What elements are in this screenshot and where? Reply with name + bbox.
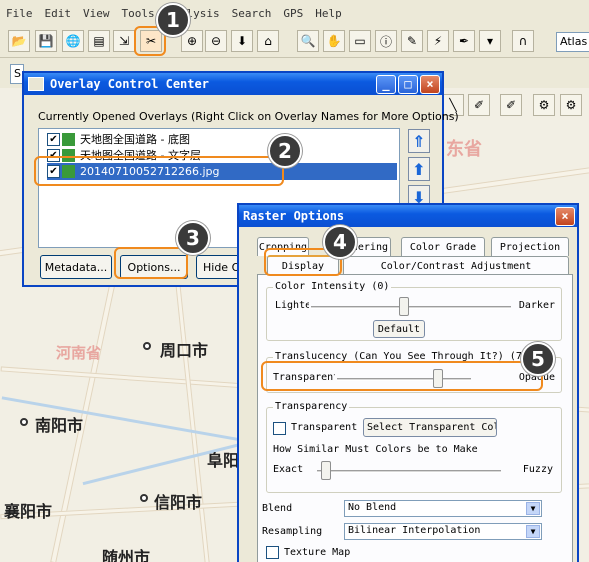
chevron-down-icon: ▼ [526, 525, 540, 538]
transparent-checkbox-label: Transparent [291, 422, 358, 433]
tab-color-grade[interactable]: Color Grade [401, 237, 485, 256]
draw-path2-icon[interactable]: ✐ [500, 94, 522, 116]
default-button[interactable]: Default [373, 320, 425, 338]
map-label-xinyang: 信阳市 [154, 493, 203, 512]
map-label-fuyang: 阜阳 [207, 451, 240, 470]
overlay-window-title: Overlay Control Center [50, 77, 209, 91]
overlay-list-item[interactable]: ✔ 天地图全国道路 - 底图 [47, 131, 397, 147]
texture-map-checkbox[interactable] [266, 546, 279, 559]
city-dot [143, 342, 151, 350]
fuzzy-label: Fuzzy [522, 464, 553, 475]
minimize-button[interactable]: _ [376, 74, 396, 94]
texture-map-label: Texture Map [284, 547, 351, 558]
highlight-translucency [261, 361, 543, 391]
overlay-list-caption: Currently Opened Overlays (Right Click o… [38, 110, 459, 123]
highlight-options-button [114, 247, 188, 279]
menu-search[interactable]: Search [232, 7, 272, 20]
app-icon [28, 77, 44, 91]
map-label-suizhou: 随州市 [102, 548, 151, 562]
zoom-in-icon[interactable]: ⊕ [181, 30, 203, 52]
pen-icon[interactable]: ✒ [453, 30, 475, 52]
resampling-label: Resampling [262, 526, 322, 537]
step-badge-5: 5 [521, 342, 555, 376]
document-icon[interactable]: ▤ [88, 30, 110, 52]
zoom-out-icon[interactable]: ⊖ [205, 30, 227, 52]
step-badge-3: 3 [176, 221, 210, 255]
tower-icon[interactable]: ⚡ [427, 30, 449, 52]
overlay-checkbox[interactable]: ✔ [47, 132, 60, 146]
similarity-slider[interactable] [321, 461, 331, 480]
darker-label: Darker [518, 300, 555, 311]
map-label-nanyang: 南阳市 [35, 416, 84, 435]
transparency-title: Transparency [273, 401, 350, 412]
save-icon[interactable]: 💾 [35, 30, 57, 52]
lighter-label: Lighter [275, 300, 309, 311]
blend-label: Blend [262, 503, 293, 514]
map-label-xiangyang: 襄阳市 [4, 502, 53, 521]
open-folder-icon[interactable]: 📂 [8, 30, 30, 52]
gear2-icon[interactable]: ⚙ [560, 94, 582, 116]
maximize-button[interactable]: □ [398, 74, 418, 94]
dropdown-tool-icon[interactable]: ▾ [479, 30, 501, 52]
zoom-select-icon[interactable]: 🔍 [297, 30, 319, 52]
info-icon[interactable]: ⓘ [375, 30, 397, 52]
color-intensity-track [311, 306, 511, 309]
globe-icon[interactable]: 🌐 [62, 30, 84, 52]
menu-view[interactable]: View [83, 7, 110, 20]
similarity-label: How Similar Must Colors be to Make [273, 444, 478, 455]
step-badge-1: 1 [156, 3, 190, 37]
resampling-value: Bilinear Interpolation [348, 525, 481, 536]
map-label-zhoukou: 周口市 [160, 341, 209, 360]
tab-color-contrast[interactable]: Color/Contrast Adjustment [343, 256, 569, 275]
metadata-button[interactable]: Metadata... [40, 255, 112, 279]
menu-file[interactable]: File [6, 7, 33, 20]
arch-icon[interactable]: ∩ [512, 30, 534, 52]
raster-window-title: Raster Options [243, 209, 345, 223]
draw-path-icon[interactable]: ✐ [468, 94, 490, 116]
highlight-selected-overlay [34, 156, 284, 186]
menu-help[interactable]: Help [315, 7, 342, 20]
export-icon[interactable]: ⇲ [113, 30, 135, 52]
pan-hand-icon[interactable]: ✋ [323, 30, 345, 52]
close-button[interactable]: × [555, 206, 575, 226]
measure-icon[interactable]: ▭ [349, 30, 371, 52]
raster-layer-icon [62, 132, 75, 146]
city-dot [140, 494, 148, 502]
transparency-group: Transparency Transparent Select Transpar… [266, 401, 562, 493]
overlay-window-titlebar[interactable]: Overlay Control Center _ □ × [24, 73, 442, 95]
color-intensity-title: Color Intensity (0) [273, 281, 392, 292]
menu-bar: File Edit View Tools Analysis Search GPS… [0, 0, 589, 26]
close-button[interactable]: × [420, 74, 440, 94]
similarity-track [317, 470, 501, 473]
select-transparent-color-button[interactable]: Select Transparent Color... [363, 418, 497, 437]
home-icon[interactable]: ⌂ [257, 30, 279, 52]
color-intensity-group: Color Intensity (0) Lighter Darker Defau… [266, 281, 562, 341]
menu-tools[interactable]: Tools [122, 7, 155, 20]
main-toolbar: 📂 💾 🌐 ▤ ⇲ ✂ ⊕ ⊖ ⬇ ⌂ 🔍 ✋ ▭ ⓘ ✎ ⚡ ✒ ▾ ∩ At… [0, 26, 589, 58]
zoom-extent-icon[interactable]: ⬇ [231, 30, 253, 52]
step-badge-4: 4 [323, 225, 357, 259]
map-label-henan: 河南省 [56, 344, 102, 362]
tab-projection[interactable]: Projection [491, 237, 569, 256]
menu-gps[interactable]: GPS [283, 7, 303, 20]
exact-label: Exact [273, 464, 304, 475]
color-intensity-slider[interactable] [399, 297, 409, 316]
map-label-dongsheng: 东省 [446, 139, 482, 160]
city-dot [20, 418, 28, 426]
overlay-name: 天地图全国道路 - 底图 [80, 133, 190, 146]
move-top-icon[interactable]: ⇑ [408, 129, 430, 153]
menu-edit[interactable]: Edit [45, 7, 72, 20]
blend-select[interactable]: No Blend ▼ [344, 500, 542, 517]
raster-window-titlebar[interactable]: Raster Options × [239, 205, 577, 227]
edit-icon[interactable]: ✎ [401, 30, 423, 52]
gear-icon[interactable]: ⚙ [533, 94, 555, 116]
map-type-combo[interactable]: Atlas S [556, 32, 589, 52]
transparent-checkbox[interactable] [273, 422, 286, 435]
step-badge-2: 2 [268, 134, 302, 168]
chevron-down-icon: ▼ [526, 502, 540, 515]
move-up-icon[interactable]: ⬆ [408, 157, 430, 181]
blend-value: No Blend [348, 502, 397, 513]
resampling-select[interactable]: Bilinear Interpolation ▼ [344, 523, 542, 540]
display-tab-panel: Color Intensity (0) Lighter Darker Defau… [257, 274, 573, 562]
